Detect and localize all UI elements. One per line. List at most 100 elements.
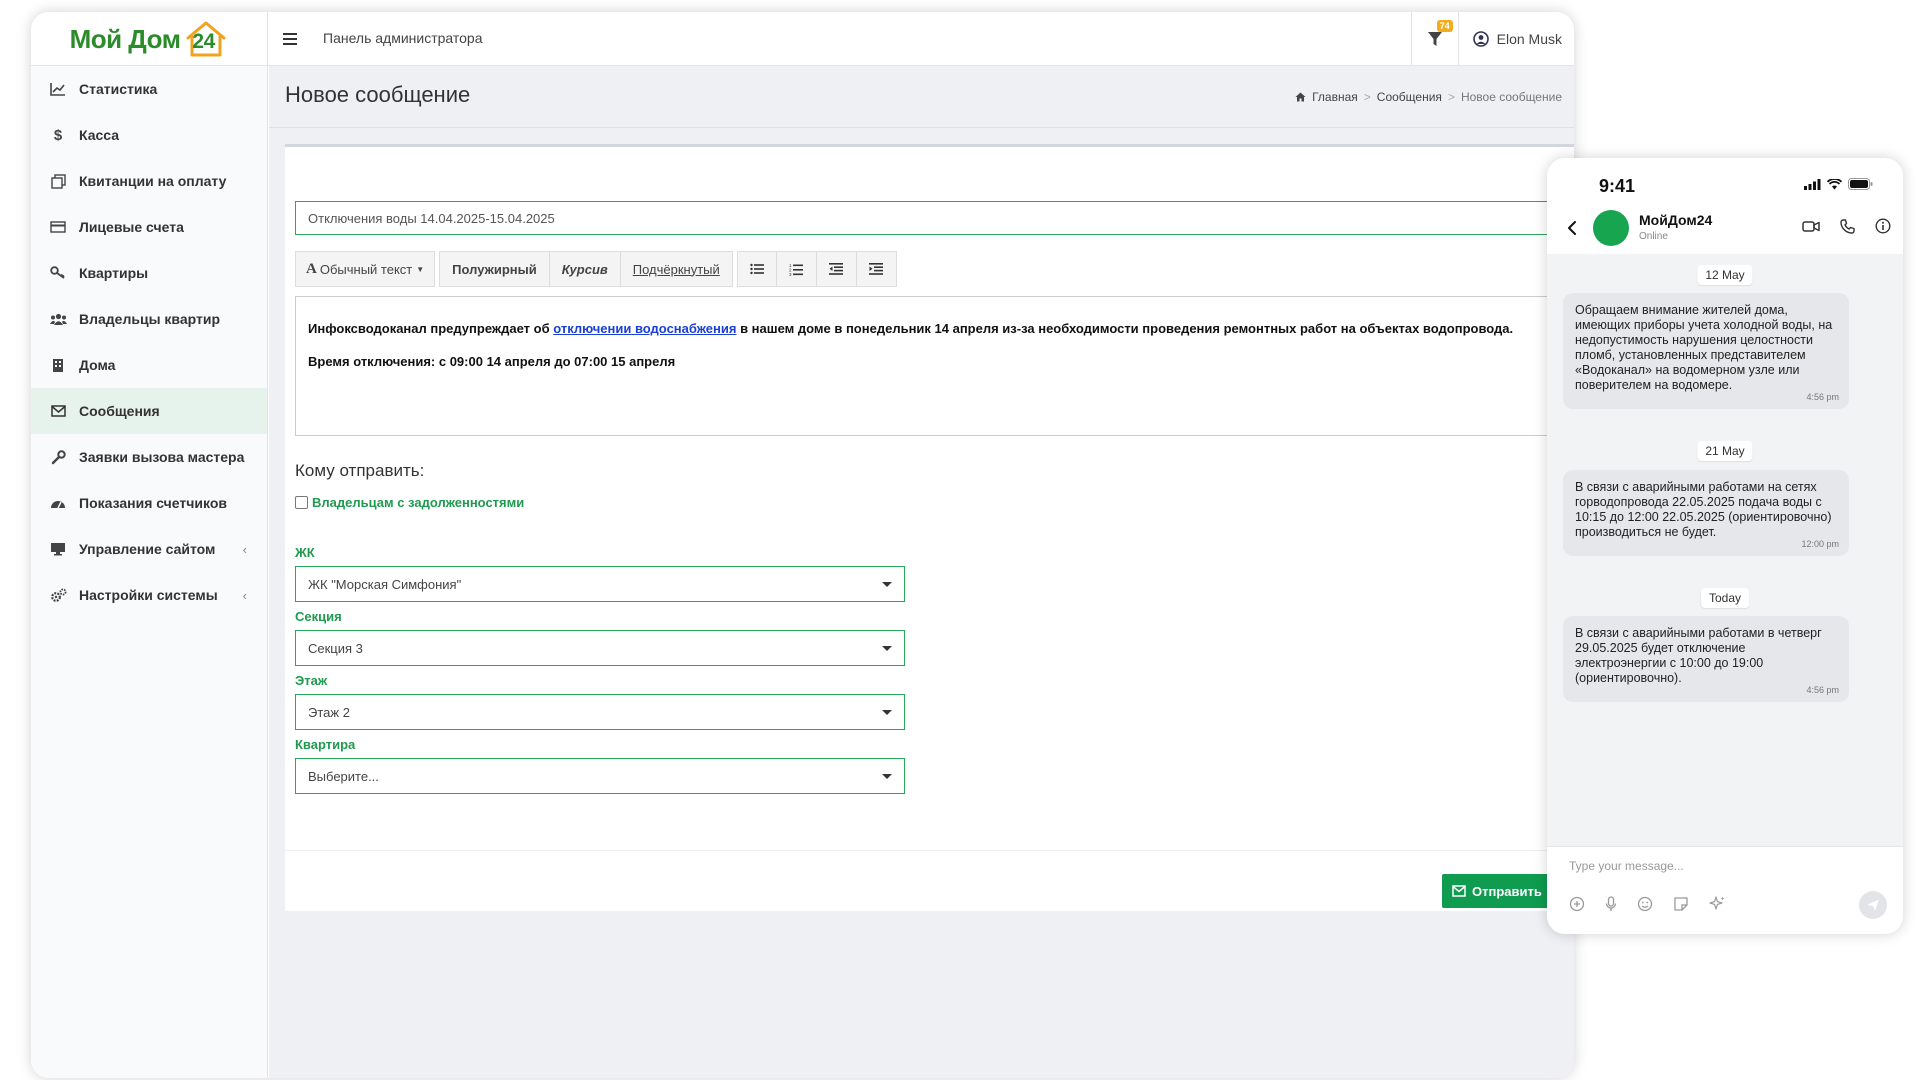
- phone-call-icon[interactable]: [1840, 218, 1855, 234]
- sidebar-item-label: Дома: [79, 357, 116, 373]
- unordered-list-button[interactable]: [736, 251, 777, 287]
- bold-button[interactable]: Полужирный: [439, 251, 550, 287]
- message-input[interactable]: Type your message...: [1569, 859, 1684, 873]
- funnel-icon: [1427, 32, 1442, 46]
- message-bubble: Обращаем внимание жителей дома, имеющих …: [1563, 293, 1849, 409]
- sparkle-icon[interactable]: [1709, 895, 1726, 912]
- underline-button[interactable]: Подчёркнутый: [620, 251, 733, 287]
- sidebar-item-apartments[interactable]: Квартиры: [31, 250, 267, 296]
- sidebar-item-houses[interactable]: Дома: [31, 342, 267, 388]
- italic-button[interactable]: Курсив: [549, 251, 621, 287]
- user-circle-icon: [1472, 31, 1489, 47]
- user-menu[interactable]: Elon Musk: [1457, 12, 1574, 66]
- back-arrow-icon[interactable]: [1567, 220, 1577, 236]
- sidebar-item-owners[interactable]: Владельцы квартир: [31, 296, 267, 342]
- body-text: в нашем доме в понедельник 14 апреля из-…: [736, 321, 1514, 336]
- section-label: Секция: [295, 609, 342, 624]
- body-paragraph-1: Инфоксводоканал предупреждает об отключе…: [308, 321, 1562, 336]
- microphone-icon[interactable]: [1605, 895, 1617, 912]
- editor-toolbar: A Обычный текст ▼ Полужирный Курсив Подч…: [295, 251, 897, 287]
- sidebar-item-meter-readings[interactable]: Показания счетчиков: [31, 480, 267, 526]
- divider: [285, 850, 1574, 851]
- outdent-icon: [829, 263, 844, 275]
- breadcrumb-separator: >: [1447, 90, 1455, 104]
- chat-actions: [1802, 218, 1891, 234]
- info-icon[interactable]: [1875, 218, 1891, 234]
- sidebar-item-receipts[interactable]: Квитанции на оплату: [31, 158, 267, 204]
- sidebar-item-accounts[interactable]: Лицевые счета: [31, 204, 267, 250]
- section-select[interactable]: Секция 3: [295, 630, 905, 666]
- composer-tools: [1569, 895, 1726, 912]
- logo-house-icon: 24: [184, 20, 228, 58]
- sidebar-item-label: Статистика: [79, 81, 158, 97]
- indent-button[interactable]: [856, 251, 897, 287]
- sidebar-item-label: Квартиры: [79, 265, 149, 281]
- sidebar-item-label: Квитанции на оплату: [79, 173, 227, 189]
- floor-select[interactable]: Этаж 2: [295, 694, 905, 730]
- text-style-dropdown[interactable]: A Обычный текст ▼: [295, 251, 436, 287]
- apartment-select[interactable]: Выберите...: [295, 758, 905, 794]
- credit-card-icon: [47, 221, 69, 233]
- sidebar-item-site-management[interactable]: Управление сайтом ‹: [31, 526, 267, 572]
- emoji-icon[interactable]: [1637, 896, 1653, 912]
- chat-status: Online: [1639, 231, 1668, 242]
- debtors-checkbox[interactable]: [295, 496, 308, 509]
- logo-number: 24: [192, 30, 215, 53]
- complex-select[interactable]: ЖК "Морская Симфония": [295, 566, 905, 602]
- body-link[interactable]: отключении водоснабжения: [553, 321, 736, 336]
- sidebar-item-system-settings[interactable]: Настройки системы ‹: [31, 572, 267, 618]
- caret-down-icon: [882, 582, 892, 587]
- caret-down-icon: ▼: [416, 264, 425, 274]
- notifications-badge: 74: [1436, 20, 1453, 32]
- dashboard-icon: [47, 497, 69, 510]
- floor-select-value: Этаж 2: [308, 704, 350, 720]
- sidebar-item-master-requests[interactable]: Заявки вызова мастера: [31, 434, 267, 480]
- message-time: 12:00 pm: [1801, 539, 1839, 549]
- phone-chat-preview: 9:41 МойДом24 Online 12 May Обращаем вни…: [1547, 158, 1903, 934]
- sidebar-toggle-icon[interactable]: [279, 28, 301, 50]
- send-arrow-icon: [1867, 899, 1879, 911]
- svg-text:3: 3: [789, 272, 792, 276]
- send-button[interactable]: Отправить: [1442, 874, 1552, 908]
- breadcrumb-home-link[interactable]: Главная: [1312, 90, 1358, 104]
- chat-name: МойДом24: [1639, 212, 1713, 228]
- message-form-box: Отключения воды 14.04.2025-15.04.2025 A …: [285, 144, 1574, 911]
- message-time: 4:56 pm: [1806, 685, 1839, 695]
- user-name: Elon Musk: [1496, 31, 1562, 47]
- sticker-icon[interactable]: [1673, 896, 1689, 912]
- sidebar-item-label: Показания счетчиков: [79, 495, 227, 511]
- sidebar-item-label: Лицевые счета: [79, 219, 184, 235]
- chart-line-icon: [47, 82, 69, 96]
- users-icon: [47, 313, 69, 326]
- building-icon: [47, 358, 69, 373]
- message-bubble: В связи с аварийными работами в четверг …: [1563, 616, 1849, 702]
- sidebar-item-messages[interactable]: Сообщения: [31, 388, 267, 434]
- page-header: Новое сообщение Главная > Сообщения > Но…: [269, 66, 1574, 128]
- message-bubble: В связи с аварийными работами на сетях г…: [1563, 470, 1849, 556]
- debtors-option[interactable]: Владельцам с задолженностями: [295, 495, 524, 510]
- notifications-button[interactable]: 74: [1410, 12, 1458, 66]
- send-message-button[interactable]: [1859, 891, 1887, 919]
- apartment-select-placeholder: Выберите...: [308, 768, 379, 784]
- sidebar-item-label: Управление сайтом: [79, 541, 216, 557]
- chevron-left-icon: ‹: [242, 541, 247, 557]
- envelope-icon: [47, 405, 69, 417]
- caret-down-icon: [882, 774, 892, 779]
- breadcrumb-current: Новое сообщение: [1460, 90, 1562, 104]
- plus-circle-icon[interactable]: [1569, 896, 1585, 912]
- envelope-icon: [1452, 885, 1466, 897]
- sidebar-item-label: Заявки вызова мастера: [79, 449, 245, 465]
- complex-select-value: ЖК "Морская Симфония": [308, 576, 462, 592]
- logo-text: Мой Дом: [69, 23, 181, 54]
- sidebar-item-cashbox[interactable]: $ Касса: [31, 112, 267, 158]
- ordered-list-button[interactable]: 123: [776, 251, 817, 287]
- sidebar-item-statistics[interactable]: Статистика: [31, 66, 267, 112]
- message-body-editor[interactable]: Инфоксводоканал предупреждает об отключе…: [295, 296, 1574, 436]
- send-to-heading: Кому отправить:: [295, 461, 425, 480]
- logo[interactable]: Мой Дом 24: [31, 12, 268, 66]
- video-call-icon[interactable]: [1802, 220, 1820, 233]
- outdent-button[interactable]: [816, 251, 857, 287]
- subject-input[interactable]: Отключения воды 14.04.2025-15.04.2025: [295, 201, 1574, 235]
- breadcrumb-messages-link[interactable]: Сообщения: [1377, 90, 1442, 104]
- font-icon: A: [306, 260, 317, 277]
